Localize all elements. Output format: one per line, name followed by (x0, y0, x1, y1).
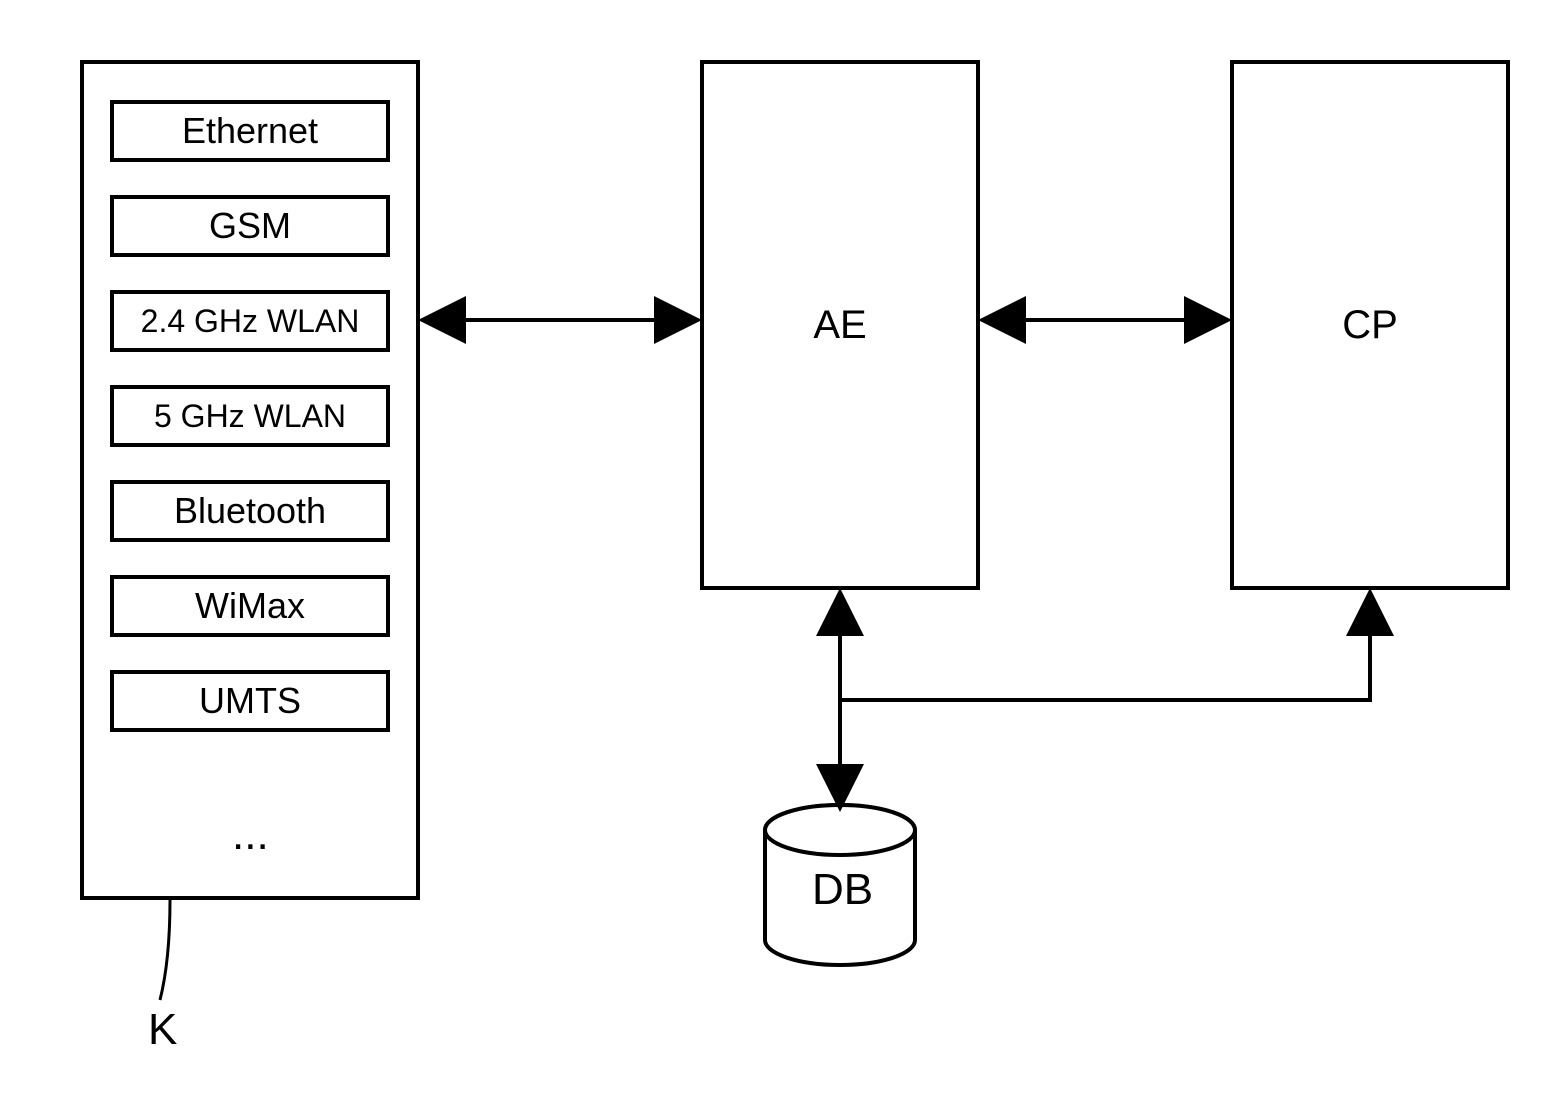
ae-label: AE (813, 303, 866, 348)
protocol-label: WiMax (195, 585, 305, 627)
protocol-item-24wlan: 2.4 GHz WLAN (110, 290, 390, 352)
protocol-item-umts: UMTS (110, 670, 390, 732)
ae-block: AE (700, 60, 980, 590)
cp-label: CP (1342, 303, 1398, 348)
protocol-item-gsm: GSM (110, 195, 390, 257)
protocol-label: Bluetooth (174, 490, 326, 532)
diagram-canvas: Ethernet GSM 2.4 GHz WLAN 5 GHz WLAN Blu… (0, 0, 1559, 1113)
protocol-item-wimax: WiMax (110, 575, 390, 637)
protocol-label: GSM (209, 205, 291, 247)
k-label: K (148, 1005, 177, 1055)
protocol-label: 2.4 GHz WLAN (141, 303, 360, 340)
protocol-label: UMTS (199, 680, 301, 722)
k-curve (160, 900, 170, 1000)
arrow-db-cp (840, 600, 1370, 700)
protocol-item-5wlan: 5 GHz WLAN (110, 385, 390, 447)
protocols-ellipsis: ... (232, 810, 269, 860)
protocol-label: Ethernet (182, 110, 318, 152)
protocol-item-ethernet: Ethernet (110, 100, 390, 162)
protocol-label: 5 GHz WLAN (154, 398, 346, 435)
protocol-item-bluetooth: Bluetooth (110, 480, 390, 542)
cp-block: CP (1230, 60, 1510, 590)
db-label: DB (812, 865, 873, 915)
